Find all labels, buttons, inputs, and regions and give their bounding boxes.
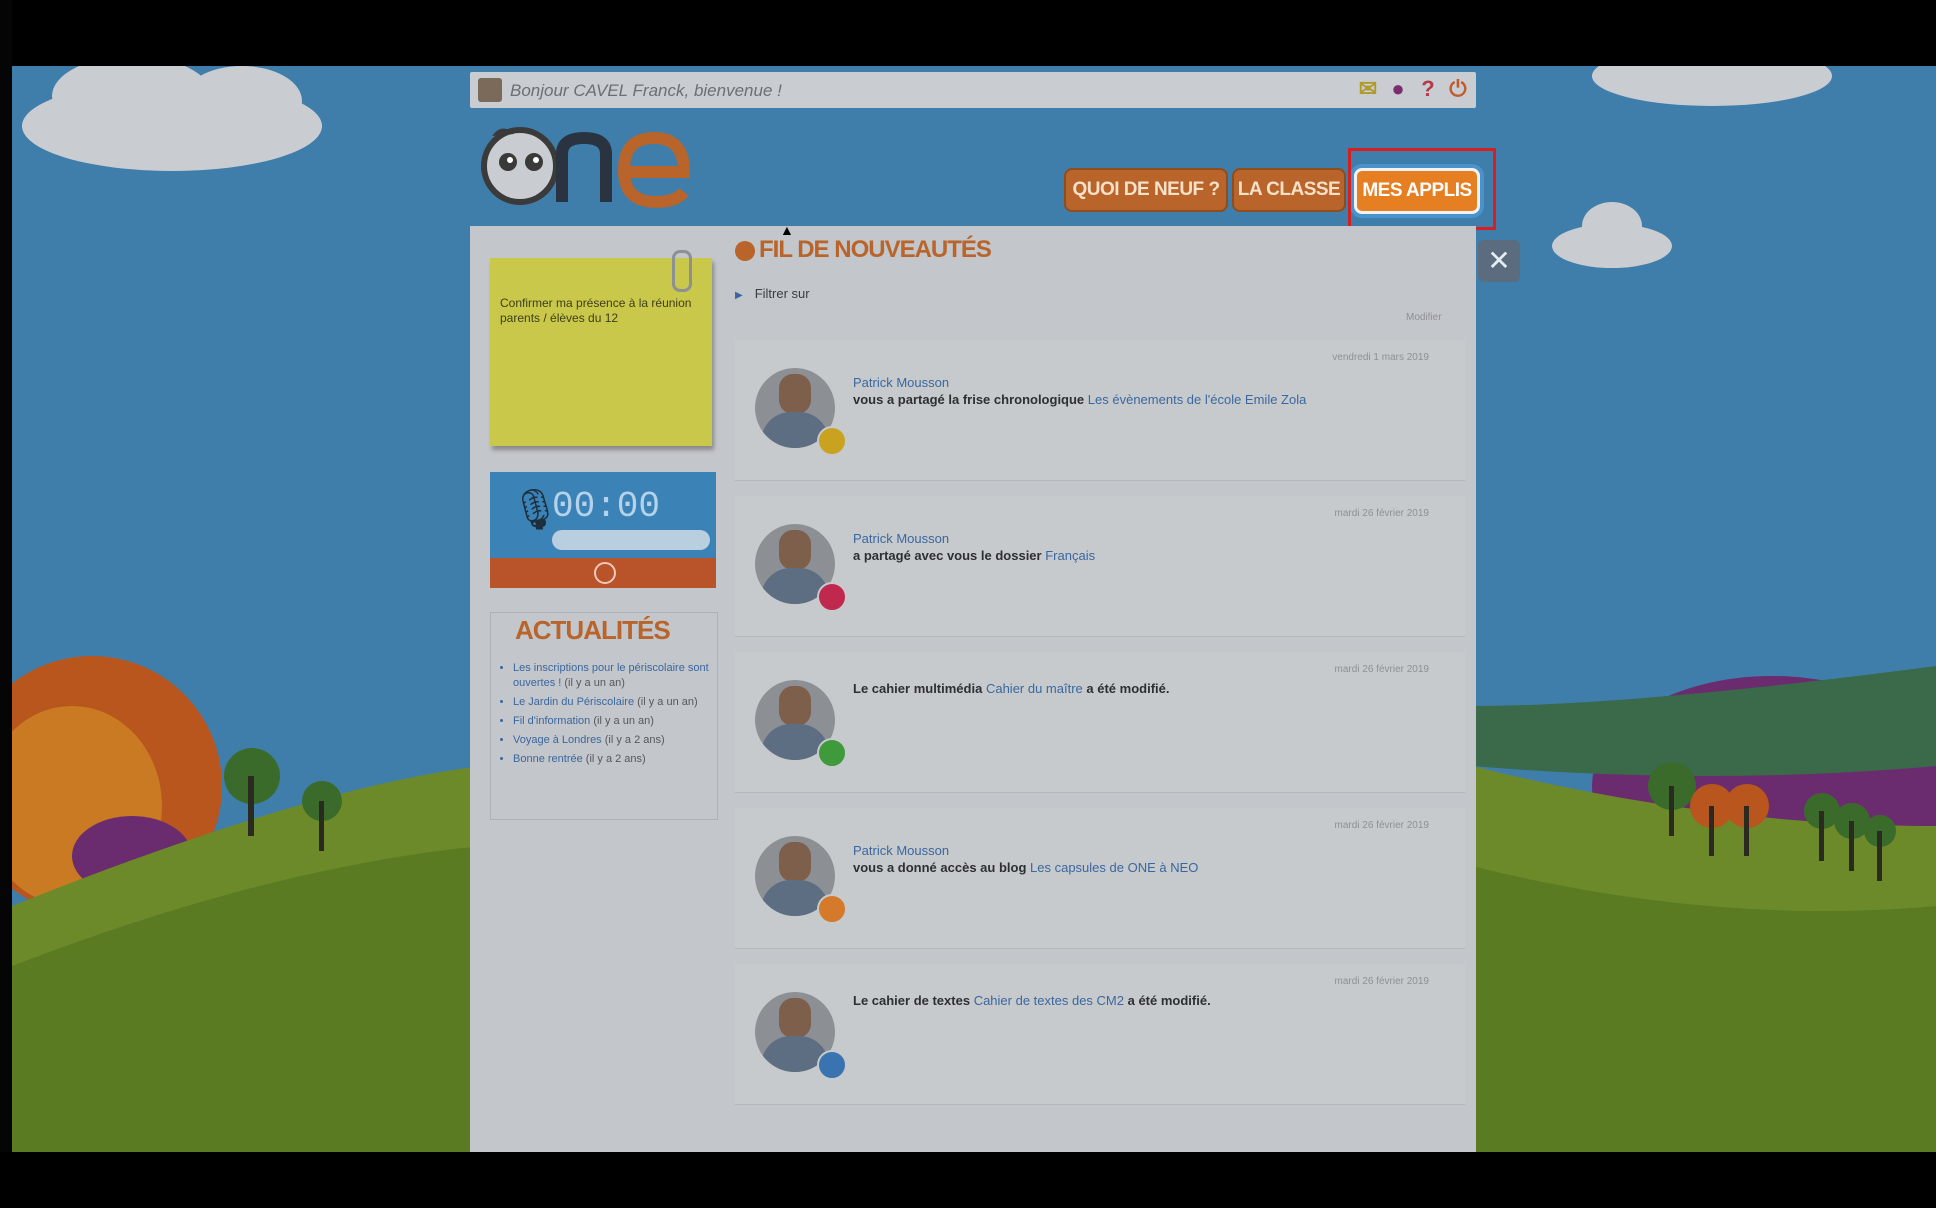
feed-item: mardi 26 février 2019 Patrick Mousson a … [735, 496, 1465, 637]
news-widget: ACTUALITÉS Les inscriptions pour le péri… [490, 612, 718, 820]
info-icon [735, 240, 755, 261]
video-top-bar [0, 0, 1936, 66]
recorder-progress [552, 530, 710, 550]
feed-action: Le cahier de textes [853, 993, 971, 1008]
news-item-age: (il y a un an) [593, 715, 654, 727]
user-icon[interactable]: ● [1386, 76, 1410, 102]
highlight-box [1348, 148, 1496, 230]
news-item-age: (il y a 2 ans) [604, 734, 665, 746]
nav-quoi-de-neuf[interactable]: QUOI DE NEUF ? [1064, 168, 1228, 212]
postit-widget[interactable]: Confirmer ma présence à la réunion paren… [490, 250, 712, 446]
feed-link[interactable]: Français [1045, 548, 1095, 563]
feed-action: vous a donné accès au blog [853, 860, 1027, 875]
app-badge-icon [817, 1050, 847, 1080]
nav-la-classe[interactable]: LA CLASSE [1232, 168, 1346, 212]
postit-text: Confirmer ma présence à la réunion paren… [500, 296, 692, 325]
news-item-title[interactable]: Bonne rentrée [513, 753, 583, 765]
feed-author[interactable]: Patrick Mousson [853, 374, 1306, 391]
news-item[interactable]: Les inscriptions pour le périscolaire so… [513, 661, 713, 691]
video-bottom-bar [0, 1152, 1936, 1208]
feed-date: mardi 26 février 2019 [1334, 508, 1430, 519]
feed-text: Patrick Mousson vous a partagé la frise … [853, 374, 1306, 408]
feed-date: mardi 26 février 2019 [1334, 820, 1430, 831]
mouse-cursor: ▲ [780, 222, 794, 238]
help-icon[interactable]: ? [1416, 76, 1440, 102]
record-button[interactable] [490, 558, 716, 588]
news-item-age: (il y a un an) [637, 696, 698, 708]
greeting-text: Bonjour CAVEL Franck, bienvenue ! [510, 81, 782, 100]
app-badge-icon [817, 894, 847, 924]
feed-link[interactable]: Cahier du maître [986, 681, 1083, 696]
feed-title-text: FIL DE NOUVEAUTÉS [759, 236, 992, 263]
news-item[interactable]: Fil d'information (il y a un an) [513, 714, 713, 729]
feed-text: Le cahier multimédia Cahier du maître a … [853, 680, 1169, 697]
feed-item: mardi 26 février 2019 Patrick Mousson vo… [735, 808, 1465, 949]
feed-action: a partagé avec vous le dossier [853, 548, 1042, 563]
app-badge-icon [817, 426, 847, 456]
power-icon[interactable]: ⏻ [1446, 76, 1470, 102]
feed-text: Le cahier de textes Cahier de textes des… [853, 992, 1211, 1009]
feed-link[interactable]: Les évènements de l'école Emile Zola [1088, 392, 1307, 407]
feed-suffix: a été modifié. [1127, 993, 1211, 1008]
mail-icon[interactable]: ✉ [1356, 76, 1380, 102]
feed-date: mardi 26 février 2019 [1334, 664, 1430, 675]
news-item[interactable]: Bonne rentrée (il y a 2 ans) [513, 752, 713, 767]
news-list: Les inscriptions pour le périscolaire so… [495, 661, 713, 771]
feed-date: mardi 26 février 2019 [1334, 976, 1430, 987]
feed-item: mardi 26 février 2019 Le cahier de texte… [735, 964, 1465, 1105]
feed-link[interactable]: Les capsules de ONE à NEO [1030, 860, 1198, 875]
paperclip-icon [672, 250, 692, 292]
feed-item: mardi 26 février 2019 Le cahier multiméd… [735, 652, 1465, 793]
news-title: ACTUALITÉS [515, 615, 671, 645]
feed-text: Patrick Mousson vous a donné accès au bl… [853, 842, 1198, 876]
one-logo[interactable] [480, 118, 700, 208]
user-avatar[interactable] [478, 78, 502, 102]
news-item[interactable]: Le Jardin du Périscolaire (il y a un an) [513, 695, 713, 710]
feed-action: Le cahier multimédia [853, 681, 983, 696]
tools-icon[interactable]: ✕ [1478, 240, 1520, 282]
edit-link[interactable]: Modifier [1406, 312, 1442, 323]
news-item[interactable]: Voyage à Londres (il y a 2 ans) [513, 733, 713, 748]
feed-item: vendredi 1 mars 2019 Patrick Mousson vou… [735, 340, 1465, 481]
news-item-title[interactable]: Fil d'information [513, 715, 590, 727]
news-item-title[interactable]: Voyage à Londres [513, 734, 602, 746]
feed-text: Patrick Mousson a partagé avec vous le d… [853, 530, 1095, 564]
left-strip [0, 0, 12, 1208]
feed-title: FIL DE NOUVEAUTÉS [735, 236, 992, 264]
recorder-time: 00:00 [552, 486, 661, 527]
app-badge-icon [817, 738, 847, 768]
news-item-age: (il y a un an) [564, 677, 625, 689]
feed-link[interactable]: Cahier de textes des CM2 [974, 993, 1124, 1008]
feed-date: vendredi 1 mars 2019 [1332, 352, 1429, 363]
recorder-widget: 🎙 00:00 [490, 472, 716, 588]
app-badge-icon [817, 582, 847, 612]
feed-action: vous a partagé la frise chronologique [853, 392, 1085, 407]
header-icons: ✉ ● ? ⏻ [1356, 76, 1470, 102]
news-item-title[interactable]: Le Jardin du Périscolaire [513, 696, 634, 708]
feed-author[interactable]: Patrick Mousson [853, 842, 1198, 859]
filter-toggle[interactable]: Filtrer sur [735, 286, 810, 301]
record-icon [594, 562, 616, 584]
user-bar: Bonjour CAVEL Franck, bienvenue ! ✉ ● ? … [470, 72, 1476, 108]
news-item-age: (il y a 2 ans) [585, 753, 646, 765]
feed-suffix: a été modifié. [1086, 681, 1170, 696]
feed-author[interactable]: Patrick Mousson [853, 530, 1095, 547]
